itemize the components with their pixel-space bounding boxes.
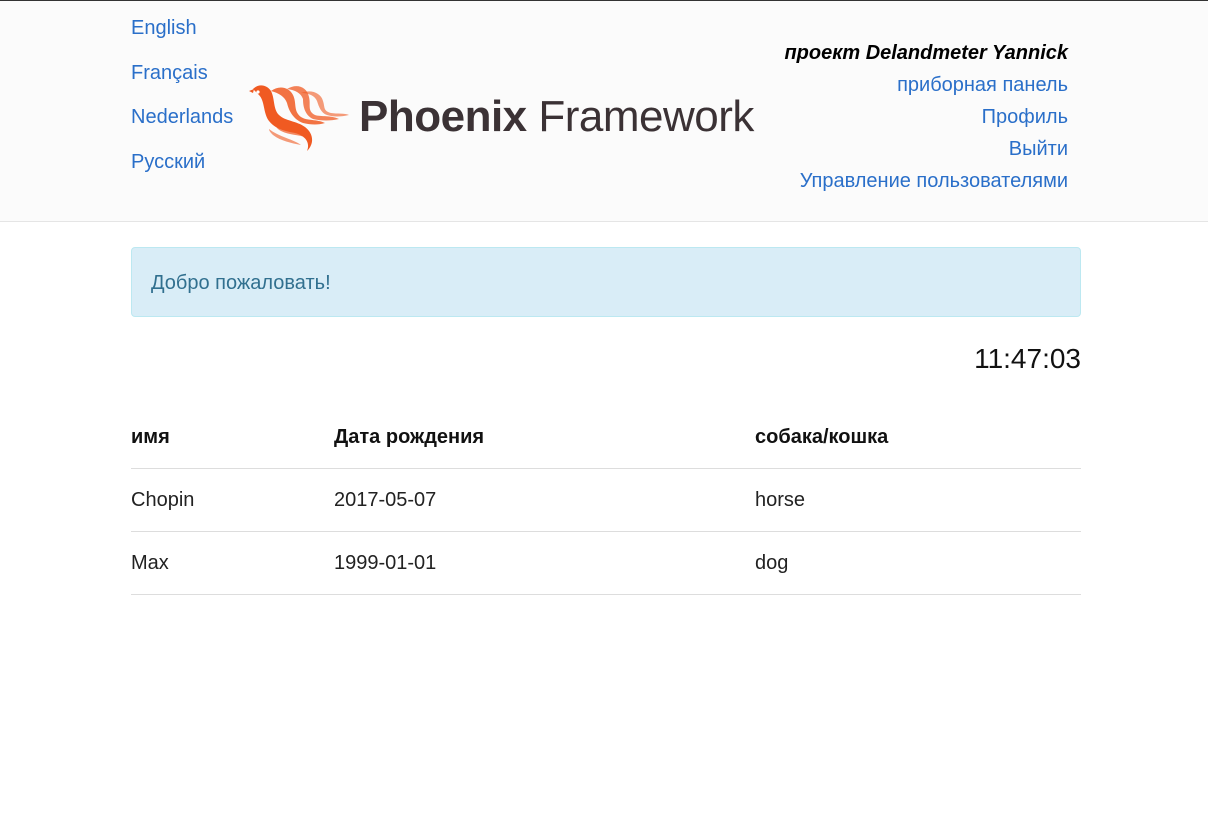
language-link-russian[interactable]: Русский bbox=[131, 151, 205, 173]
cell-birthdate: 1999-01-01 bbox=[334, 531, 755, 595]
cell-birthdate: 2017-05-07 bbox=[334, 468, 755, 532]
logout-link[interactable]: Выйти bbox=[1009, 138, 1068, 160]
user-navigation: проект Delandmeter Yannick приборная пан… bbox=[784, 38, 1068, 198]
language-item: Русский bbox=[131, 148, 233, 193]
project-label-item: проект Delandmeter Yannick bbox=[784, 38, 1068, 70]
user-nav-item: Управление пользователями bbox=[784, 166, 1068, 198]
table-row[interactable]: Max 1999-01-01 dog bbox=[131, 531, 1081, 595]
user-nav-item: Профиль bbox=[784, 102, 1068, 134]
language-item: Nederlands bbox=[131, 103, 233, 148]
cell-name: Max bbox=[131, 531, 334, 595]
phoenix-bird-icon bbox=[249, 85, 349, 151]
pets-table: имя Дата рождения собака/кошка Chopin 20… bbox=[131, 406, 1081, 595]
welcome-alert: Добро пожаловать! bbox=[131, 247, 1081, 317]
logo-wordmark: Phoenix Framework bbox=[359, 92, 754, 142]
language-item: English bbox=[131, 14, 233, 59]
table-row[interactable]: Chopin 2017-05-07 horse bbox=[131, 468, 1081, 532]
profile-link[interactable]: Профиль bbox=[982, 106, 1068, 128]
language-link-french[interactable]: Français bbox=[131, 62, 208, 84]
table-header-row: имя Дата рождения собака/кошка bbox=[131, 406, 1081, 469]
user-nav-item: Выйти bbox=[784, 134, 1068, 166]
cell-name: Chopin bbox=[131, 468, 334, 532]
project-label: проект Delandmeter Yannick bbox=[784, 42, 1068, 64]
column-header-name: имя bbox=[131, 406, 334, 469]
user-nav-item: приборная панель bbox=[784, 70, 1068, 102]
phoenix-logo[interactable]: Phoenix Framework bbox=[245, 79, 765, 155]
page-header: English Français Nederlands Русский Phoe… bbox=[0, 1, 1208, 222]
clock-display: 11:47:03 bbox=[974, 343, 1081, 374]
column-header-species: собака/кошка bbox=[755, 406, 1081, 469]
cell-species: horse bbox=[755, 468, 1081, 532]
language-link-english[interactable]: English bbox=[131, 17, 197, 39]
column-header-birthdate: Дата рождения bbox=[334, 406, 755, 469]
language-item: Français bbox=[131, 59, 233, 104]
logo-text-bold: Phoenix bbox=[359, 92, 527, 141]
language-link-dutch[interactable]: Nederlands bbox=[131, 106, 233, 128]
alert-message: Добро пожаловать! bbox=[151, 272, 331, 294]
dashboard-link[interactable]: приборная панель bbox=[897, 74, 1068, 96]
cell-species: dog bbox=[755, 531, 1081, 595]
user-management-link[interactable]: Управление пользователями bbox=[800, 170, 1068, 192]
logo-text-light: Framework bbox=[526, 92, 754, 141]
language-switcher: English Français Nederlands Русский bbox=[131, 14, 233, 192]
